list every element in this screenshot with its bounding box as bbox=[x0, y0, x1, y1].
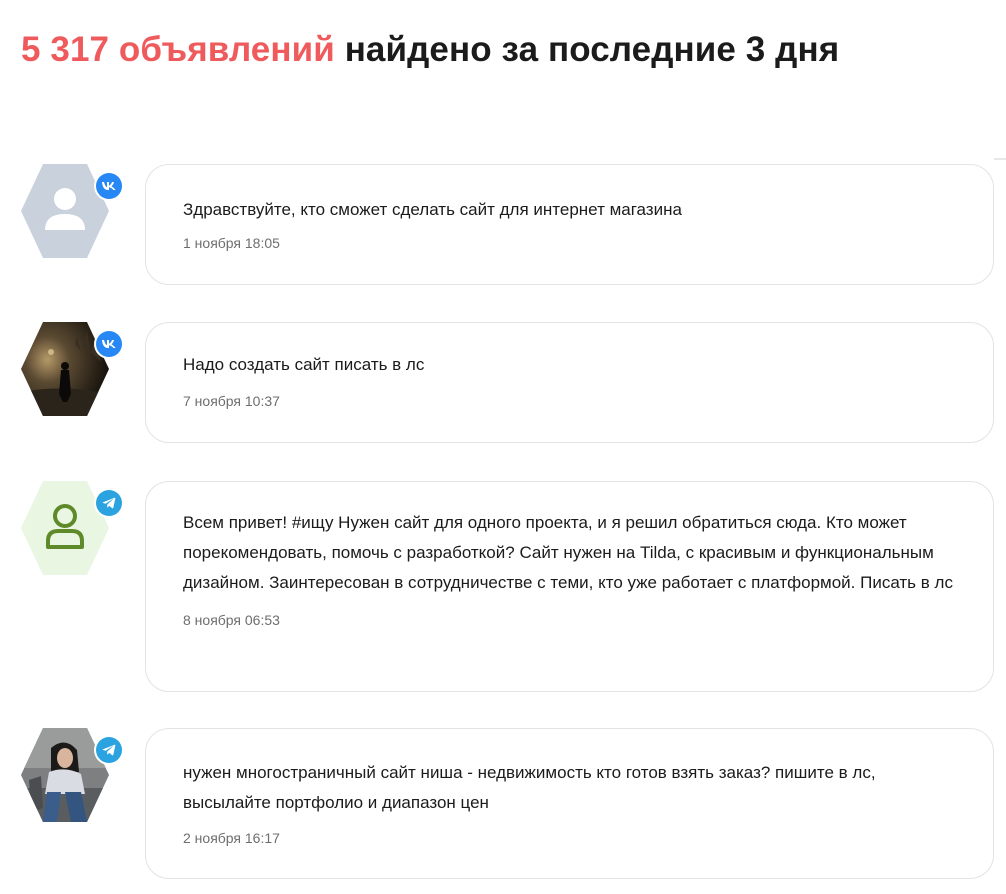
post-text: нужен многостраничный сайт ниша - недвиж… bbox=[183, 763, 876, 812]
vk-badge bbox=[94, 171, 124, 201]
edge-divider bbox=[994, 158, 1006, 160]
author-avatar[interactable] bbox=[21, 322, 124, 416]
post-card[interactable]: Здравствуйте, кто сможет сделать сайт дл… bbox=[145, 164, 994, 285]
author-avatar[interactable] bbox=[21, 481, 124, 575]
telegram-icon bbox=[96, 737, 122, 763]
post-card[interactable]: Всем привет! #ищу Нужен сайт для одного … bbox=[145, 481, 994, 692]
vk-badge bbox=[94, 329, 124, 359]
ads-count: 5 317 объявлений bbox=[21, 30, 335, 69]
post-text: Надо создать сайт писать в лс bbox=[183, 355, 425, 374]
author-avatar[interactable] bbox=[21, 164, 124, 258]
post-text: Здравствуйте, кто сможет сделать сайт дл… bbox=[183, 200, 682, 219]
post-date: 7 ноября 10:37 bbox=[183, 393, 280, 409]
title-suffix: найдено за последние 3 дня bbox=[344, 30, 840, 69]
vk-icon bbox=[96, 173, 122, 199]
telegram-badge bbox=[94, 735, 124, 765]
post-date: 2 ноября 16:17 bbox=[183, 830, 280, 846]
post-date: 1 ноября 18:05 bbox=[183, 235, 280, 251]
vk-icon bbox=[96, 331, 122, 357]
telegram-badge bbox=[94, 488, 124, 518]
post-text: Всем привет! #ищу Нужен сайт для одного … bbox=[183, 513, 953, 592]
telegram-icon bbox=[96, 490, 122, 516]
page-title: 5 317 объявлений найдено за последние 3 … bbox=[21, 28, 839, 72]
post-date: 8 ноября 06:53 bbox=[183, 612, 280, 628]
author-avatar[interactable] bbox=[21, 728, 124, 822]
post-card[interactable]: нужен многостраничный сайт ниша - недвиж… bbox=[145, 728, 994, 879]
post-card[interactable]: Надо создать сайт писать в лс 7 ноября 1… bbox=[145, 322, 994, 443]
